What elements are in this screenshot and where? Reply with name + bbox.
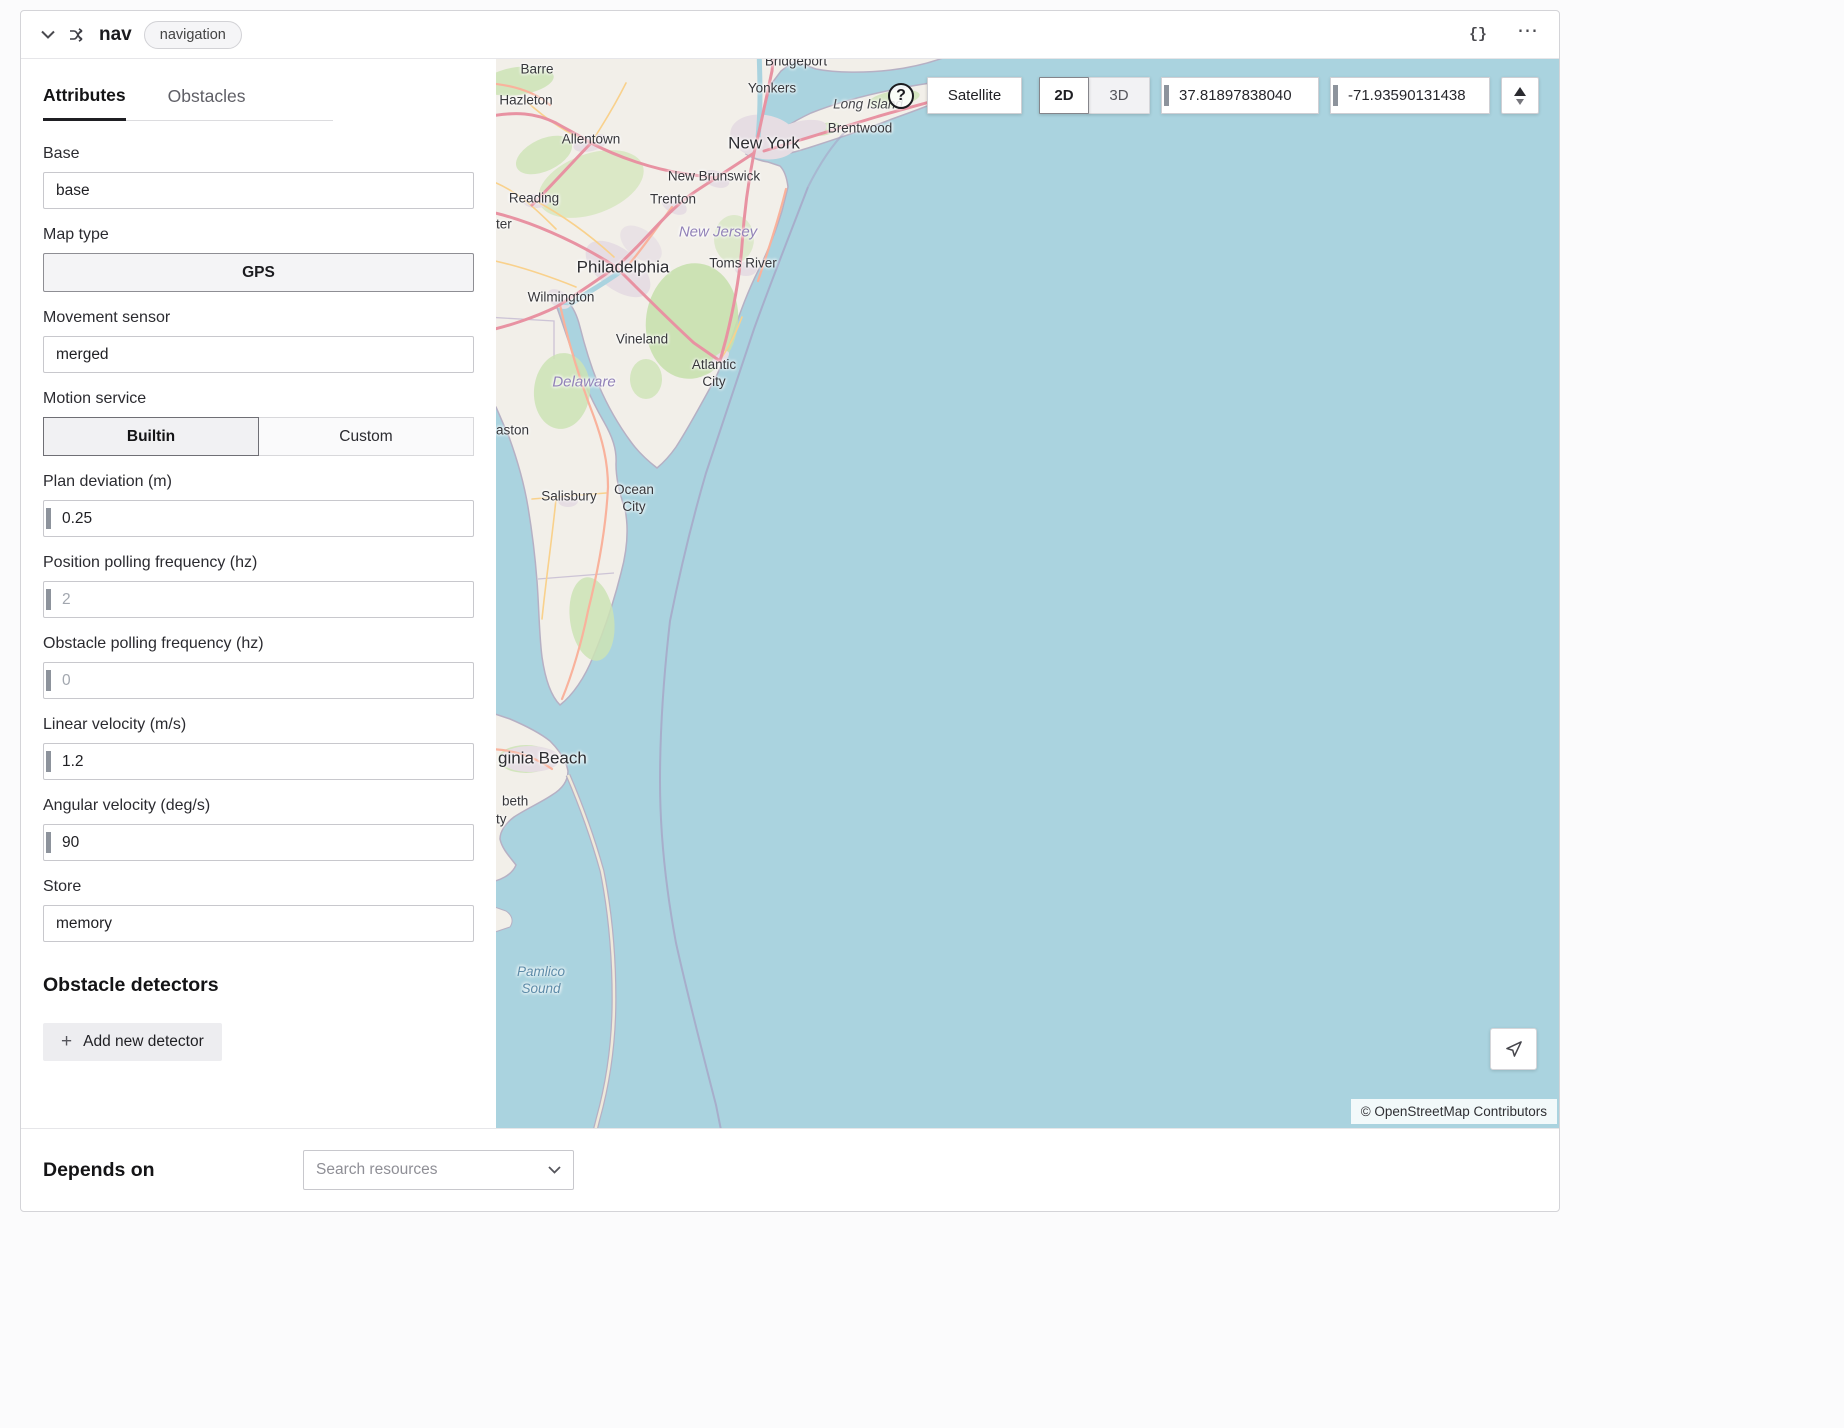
overflow-menu-icon[interactable]: ⋯ [1517, 26, 1539, 44]
position-polling-input[interactable] [43, 581, 474, 618]
add-detector-label: Add new detector [83, 1033, 204, 1051]
paper-plane-icon [1504, 1039, 1524, 1059]
help-icon[interactable]: ? [888, 83, 914, 109]
locate-button[interactable] [1490, 1028, 1537, 1070]
store-label: Store [43, 878, 474, 896]
obstacle-polling-field: Obstacle polling frequency (hz) [43, 635, 474, 699]
store-field: Store [43, 878, 474, 942]
triangle-down-icon [1516, 99, 1524, 105]
obstacle-detectors-heading: Obstacle detectors [43, 974, 474, 997]
linear-velocity-label: Linear velocity (m/s) [43, 716, 474, 734]
plan-deviation-label: Plan deviation (m) [43, 473, 474, 491]
page-title: nav [99, 24, 132, 46]
collapse-chevron-icon[interactable] [41, 30, 55, 39]
map-type-field: Map type GPS [43, 226, 474, 292]
base-field: Base [43, 145, 474, 209]
position-polling-label: Position polling frequency (hz) [43, 554, 474, 572]
movement-sensor-field: Movement sensor [43, 309, 474, 373]
tab-obstacles[interactable]: Obstacles [168, 85, 246, 120]
map-canvas[interactable]: BarreHazletonBridgeportYonkersNew YorkLo… [496, 59, 1559, 1128]
search-resources-placeholder: Search resources [316, 1161, 437, 1179]
map-type-label: Map type [43, 226, 474, 244]
motion-service-custom-option[interactable]: Custom [259, 417, 474, 456]
panel-tabs: Attributes Obstacles [43, 85, 333, 121]
longitude-input[interactable] [1330, 77, 1490, 114]
attributes-panel: Attributes Obstacles Base Map type GPS M… [21, 59, 496, 1128]
motion-service-field: Motion service Builtin Custom [43, 390, 474, 456]
base-input[interactable] [43, 172, 474, 209]
angular-velocity-label: Angular velocity (deg/s) [43, 797, 474, 815]
movement-sensor-label: Movement sensor [43, 309, 474, 327]
store-input[interactable] [43, 905, 474, 942]
depends-on-label: Depends on [43, 1159, 303, 1182]
longitude-field [1330, 77, 1490, 114]
latitude-input[interactable] [1161, 77, 1319, 114]
angular-velocity-input[interactable] [43, 824, 474, 861]
movement-sensor-input[interactable] [43, 336, 474, 373]
card-header: nav navigation {} ⋯ [21, 11, 1559, 59]
add-detector-button[interactable]: + Add new detector [43, 1023, 222, 1061]
motion-service-toggle: Builtin Custom [43, 417, 474, 456]
map-controls: ? Satellite 2D 3D [888, 77, 1539, 114]
mode-2d-button[interactable]: 2D [1039, 77, 1089, 114]
obstacle-polling-input[interactable] [43, 662, 474, 699]
plus-icon: + [61, 1031, 72, 1053]
position-polling-field: Position polling frequency (hz) [43, 554, 474, 618]
satellite-button[interactable]: Satellite [927, 77, 1022, 114]
chevron-down-icon [548, 1166, 561, 1174]
latitude-field [1161, 77, 1319, 114]
motion-service-label: Motion service [43, 390, 474, 408]
tab-attributes[interactable]: Attributes [43, 85, 126, 121]
basemap-svg [496, 59, 1559, 1128]
map-attribution: © OpenStreetMap Contributors [1351, 1099, 1557, 1124]
service-type-badge: navigation [144, 21, 242, 49]
triangle-up-icon [1514, 87, 1526, 96]
base-label: Base [43, 145, 474, 163]
card-footer: Depends on Search resources [21, 1128, 1559, 1211]
zoom-stepper-button[interactable] [1501, 77, 1539, 114]
raw-json-icon[interactable]: {} [1469, 26, 1487, 43]
depends-on-select[interactable]: Search resources [303, 1150, 574, 1190]
map-type-gps-button[interactable]: GPS [43, 253, 474, 292]
linear-velocity-input[interactable] [43, 743, 474, 780]
angular-velocity-field: Angular velocity (deg/s) [43, 797, 474, 861]
nav-service-card: nav navigation {} ⋯ Attributes Obstacles… [20, 10, 1560, 1212]
plan-deviation-input[interactable] [43, 500, 474, 537]
linear-velocity-field: Linear velocity (m/s) [43, 716, 474, 780]
mode-3d-button[interactable]: 3D [1088, 77, 1150, 114]
motion-service-builtin-option[interactable]: Builtin [43, 417, 259, 456]
obstacle-polling-label: Obstacle polling frequency (hz) [43, 635, 474, 653]
map-mode-segment: 2D 3D [1039, 77, 1150, 114]
plan-deviation-field: Plan deviation (m) [43, 473, 474, 537]
navigation-service-icon [67, 25, 87, 45]
